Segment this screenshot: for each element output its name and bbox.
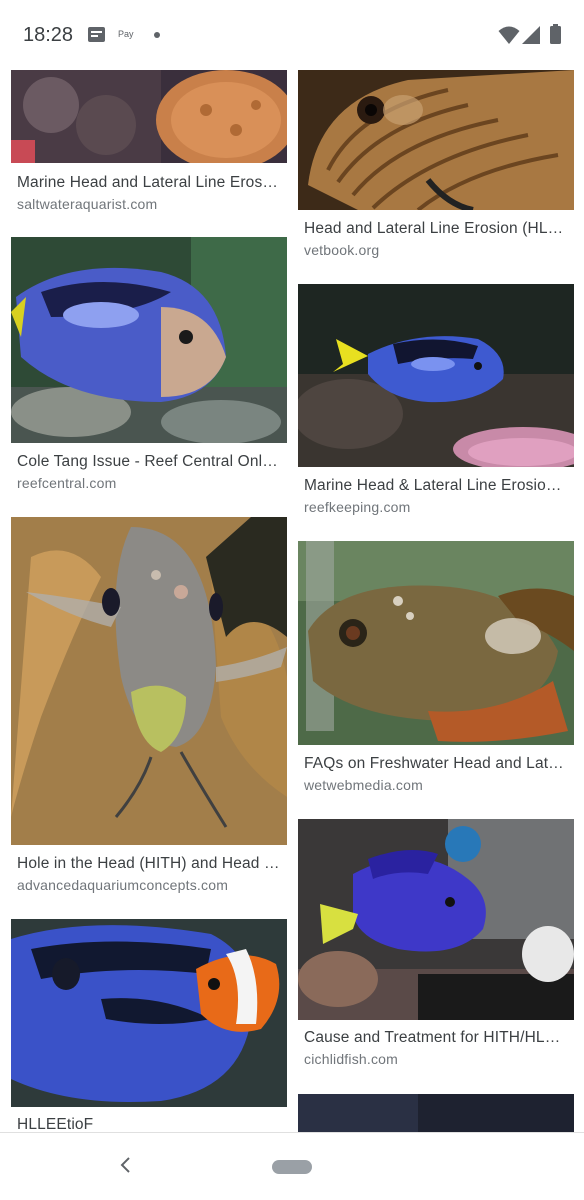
result-card[interactable] <box>298 1094 574 1132</box>
battery-icon <box>550 24 561 44</box>
status-time: 18:28 <box>23 24 74 46</box>
striped-tang-thumbnail[interactable] <box>298 70 574 210</box>
result-card[interactable]: FAQs on Freshwater Head and Lat… wetwebm… <box>298 541 574 803</box>
result-title[interactable]: Hole in the Head (HITH) and Head … <box>17 855 281 873</box>
result-title[interactable]: Head and Lateral Line Erosion (HL… <box>304 220 568 238</box>
coral-reef-thumbnail[interactable] <box>11 70 287 163</box>
result-card[interactable]: Marine Head and Lateral Line Eros… saltw… <box>11 70 287 220</box>
purple-tang-icon <box>298 819 574 1020</box>
oscar-fish-thumbnail[interactable] <box>298 541 574 745</box>
result-source[interactable]: reefkeeping.com <box>304 499 568 515</box>
wifi-icon <box>498 26 520 44</box>
pay-icon: Pay <box>118 29 134 39</box>
blue-tang-reef-thumbnail[interactable] <box>298 284 574 467</box>
result-card[interactable]: Cole Tang Issue - Reef Central Onli… ree… <box>11 237 287 497</box>
pay-label: Pay <box>118 29 134 39</box>
result-card[interactable]: Marine Head & Lateral Line Erosio… reefk… <box>298 284 574 524</box>
result-source[interactable]: reefcentral.com <box>17 475 281 491</box>
angelfish-thumbnail[interactable] <box>11 517 287 845</box>
coral-reef-icon <box>11 70 287 163</box>
result-card[interactable]: Hole in the Head (HITH) and Head … advan… <box>11 517 287 899</box>
result-card[interactable]: HLLEEtioF <box>11 919 287 1132</box>
blue-tang-reef-icon <box>298 284 574 467</box>
result-title[interactable]: Cole Tang Issue - Reef Central Onli… <box>17 453 281 471</box>
result-title[interactable]: Marine Head & Lateral Line Erosio… <box>304 477 568 495</box>
blue-tang-thumbnail[interactable] <box>11 237 287 443</box>
message-icon <box>88 27 105 42</box>
notification-dot-icon <box>154 32 160 38</box>
result-source[interactable]: saltwateraquarist.com <box>17 196 281 212</box>
status-bar: 18:28 Pay <box>0 0 584 70</box>
result-card[interactable]: Cause and Treatment for HITH/HL… cichlid… <box>298 819 574 1074</box>
striped-tang-icon <box>298 70 574 210</box>
result-title[interactable]: FAQs on Freshwater Head and Lat… <box>304 755 568 773</box>
partial-thumbnail-icon <box>298 1094 574 1132</box>
home-pill-icon[interactable] <box>272 1160 312 1174</box>
oscar-fish-icon <box>298 541 574 745</box>
angelfish-icon <box>11 517 287 845</box>
result-source[interactable]: advancedaquariumconcepts.com <box>17 877 281 893</box>
tang-clownfish-thumbnail[interactable] <box>11 919 287 1107</box>
image-results-grid: Marine Head and Lateral Line Eros… saltw… <box>0 70 584 1132</box>
result-source[interactable]: wetwebmedia.com <box>304 777 568 793</box>
result-title[interactable]: Cause and Treatment for HITH/HL… <box>304 1029 568 1047</box>
signal-icon <box>522 26 540 44</box>
purple-tang-thumbnail[interactable] <box>298 819 574 1020</box>
result-source[interactable]: cichlidfish.com <box>304 1051 568 1067</box>
result-title[interactable]: Marine Head and Lateral Line Eros… <box>17 174 281 192</box>
result-card[interactable]: Head and Lateral Line Erosion (HL… vetbo… <box>298 70 574 265</box>
result-title[interactable]: HLLEEtioF <box>17 1116 281 1132</box>
tang-clownfish-icon <box>11 919 287 1107</box>
partial-thumbnail[interactable] <box>298 1094 574 1132</box>
navigation-bar <box>0 1132 584 1200</box>
blue-tang-icon <box>11 237 287 443</box>
result-source[interactable]: vetbook.org <box>304 242 568 258</box>
back-chevron-icon[interactable] <box>116 1155 136 1175</box>
